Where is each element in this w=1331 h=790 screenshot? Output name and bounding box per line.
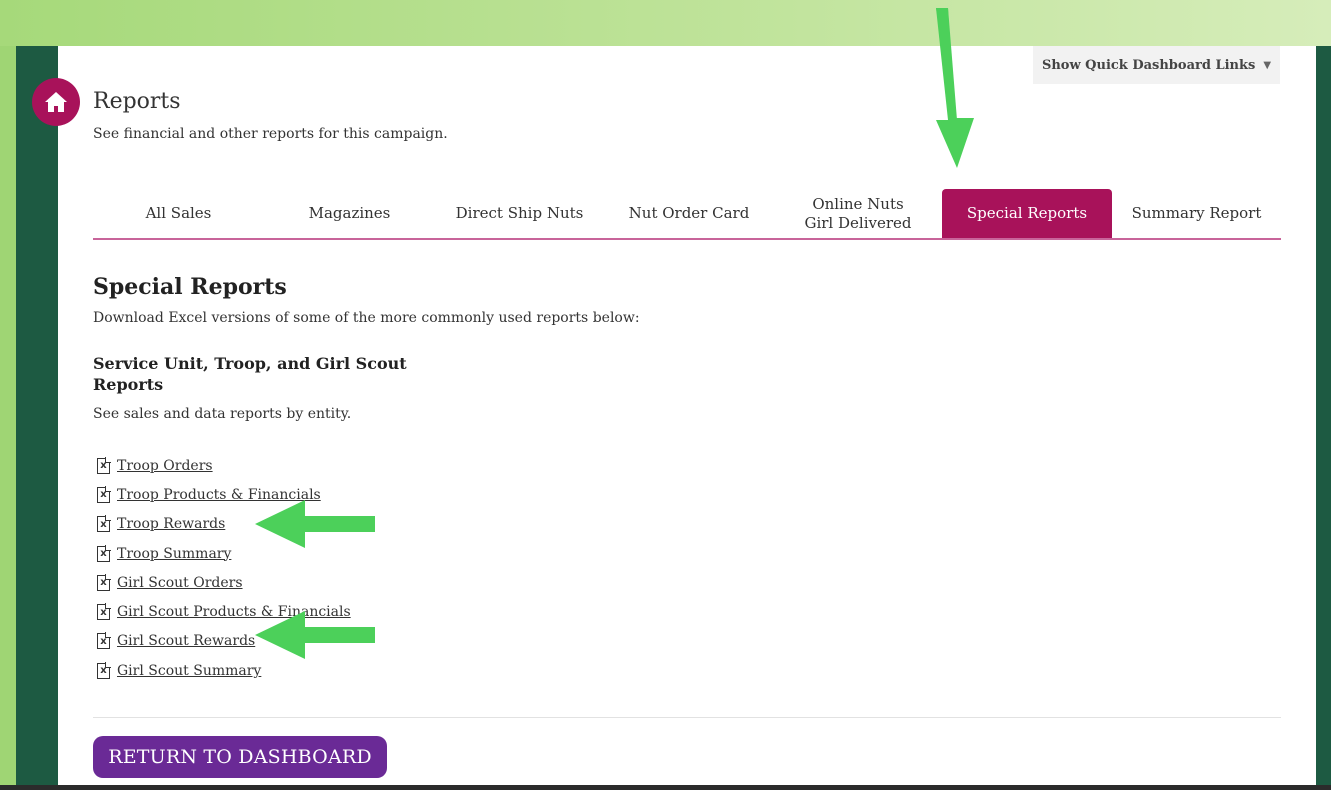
- home-button[interactable]: [32, 78, 80, 126]
- left-background-band: [0, 46, 16, 790]
- excel-file-icon: x: [97, 456, 111, 474]
- list-item: x Troop Products & Financials: [97, 480, 351, 509]
- list-item: x Girl Scout Products & Financials: [97, 597, 351, 626]
- excel-file-icon: x: [97, 603, 111, 621]
- quick-links-label: Show Quick Dashboard Links: [1041, 57, 1256, 73]
- return-to-dashboard-button[interactable]: RETURN TO DASHBOARD: [93, 736, 387, 778]
- report-tabs: All Sales Magazines Direct Ship Nuts Nut…: [93, 189, 1281, 240]
- report-list: x Troop Orders x Troop Products & Financ…: [97, 451, 351, 685]
- tab-special-reports[interactable]: Special Reports: [942, 189, 1112, 238]
- tab-direct-ship-nuts[interactable]: Direct Ship Nuts: [435, 189, 604, 238]
- page-title: Reports: [93, 89, 181, 114]
- excel-file-icon: x: [97, 544, 111, 562]
- top-background-band: [0, 0, 1331, 46]
- caret-down-icon: ▼: [1263, 59, 1272, 71]
- report-link-troop-summary[interactable]: Troop Summary: [117, 546, 231, 562]
- section-description: Download Excel versions of some of the m…: [93, 310, 640, 326]
- page-subtitle: See financial and other reports for this…: [93, 126, 448, 142]
- excel-file-icon: x: [97, 485, 111, 503]
- bottom-edge: [0, 785, 1331, 790]
- list-item: x Troop Summary: [97, 539, 351, 568]
- tab-nut-order-card[interactable]: Nut Order Card: [604, 189, 774, 238]
- quick-dashboard-links-dropdown[interactable]: Show Quick Dashboard Links ▼: [1033, 46, 1280, 84]
- divider: [93, 717, 1281, 718]
- tab-all-sales[interactable]: All Sales: [93, 189, 264, 238]
- right-page-margin: [1316, 46, 1331, 790]
- group-title: Service Unit, Troop, and Girl Scout Repo…: [93, 354, 407, 394]
- report-link-girl-scout-rewards[interactable]: Girl Scout Rewards: [117, 633, 255, 649]
- tab-magazines[interactable]: Magazines: [264, 189, 435, 238]
- list-item: x Girl Scout Orders: [97, 568, 351, 597]
- report-link-girl-scout-products-financials[interactable]: Girl Scout Products & Financials: [117, 604, 351, 620]
- report-link-troop-rewards[interactable]: Troop Rewards: [117, 516, 225, 532]
- excel-file-icon: x: [97, 661, 111, 679]
- group-description: See sales and data reports by entity.: [93, 406, 352, 422]
- section-title: Special Reports: [93, 274, 287, 300]
- left-page-margin: [16, 46, 58, 790]
- excel-file-icon: x: [97, 573, 111, 591]
- reports-panel: Show Quick Dashboard Links ▼ Reports See…: [32, 46, 1316, 785]
- report-link-troop-products-financials[interactable]: Troop Products & Financials: [117, 487, 321, 503]
- list-item: x Troop Orders: [97, 451, 351, 480]
- list-item: x Troop Rewards: [97, 510, 351, 539]
- list-item: x Girl Scout Rewards: [97, 627, 351, 656]
- excel-file-icon: x: [97, 632, 111, 650]
- excel-file-icon: x: [97, 515, 111, 533]
- tab-summary-report[interactable]: Summary Report: [1112, 189, 1281, 238]
- report-link-girl-scout-orders[interactable]: Girl Scout Orders: [117, 575, 243, 591]
- list-item: x Girl Scout Summary: [97, 656, 351, 685]
- report-link-girl-scout-summary[interactable]: Girl Scout Summary: [117, 663, 261, 679]
- tab-online-nuts-girl-delivered[interactable]: Online Nuts Girl Delivered: [774, 189, 942, 238]
- home-icon: [45, 92, 67, 112]
- report-link-troop-orders[interactable]: Troop Orders: [117, 458, 213, 474]
